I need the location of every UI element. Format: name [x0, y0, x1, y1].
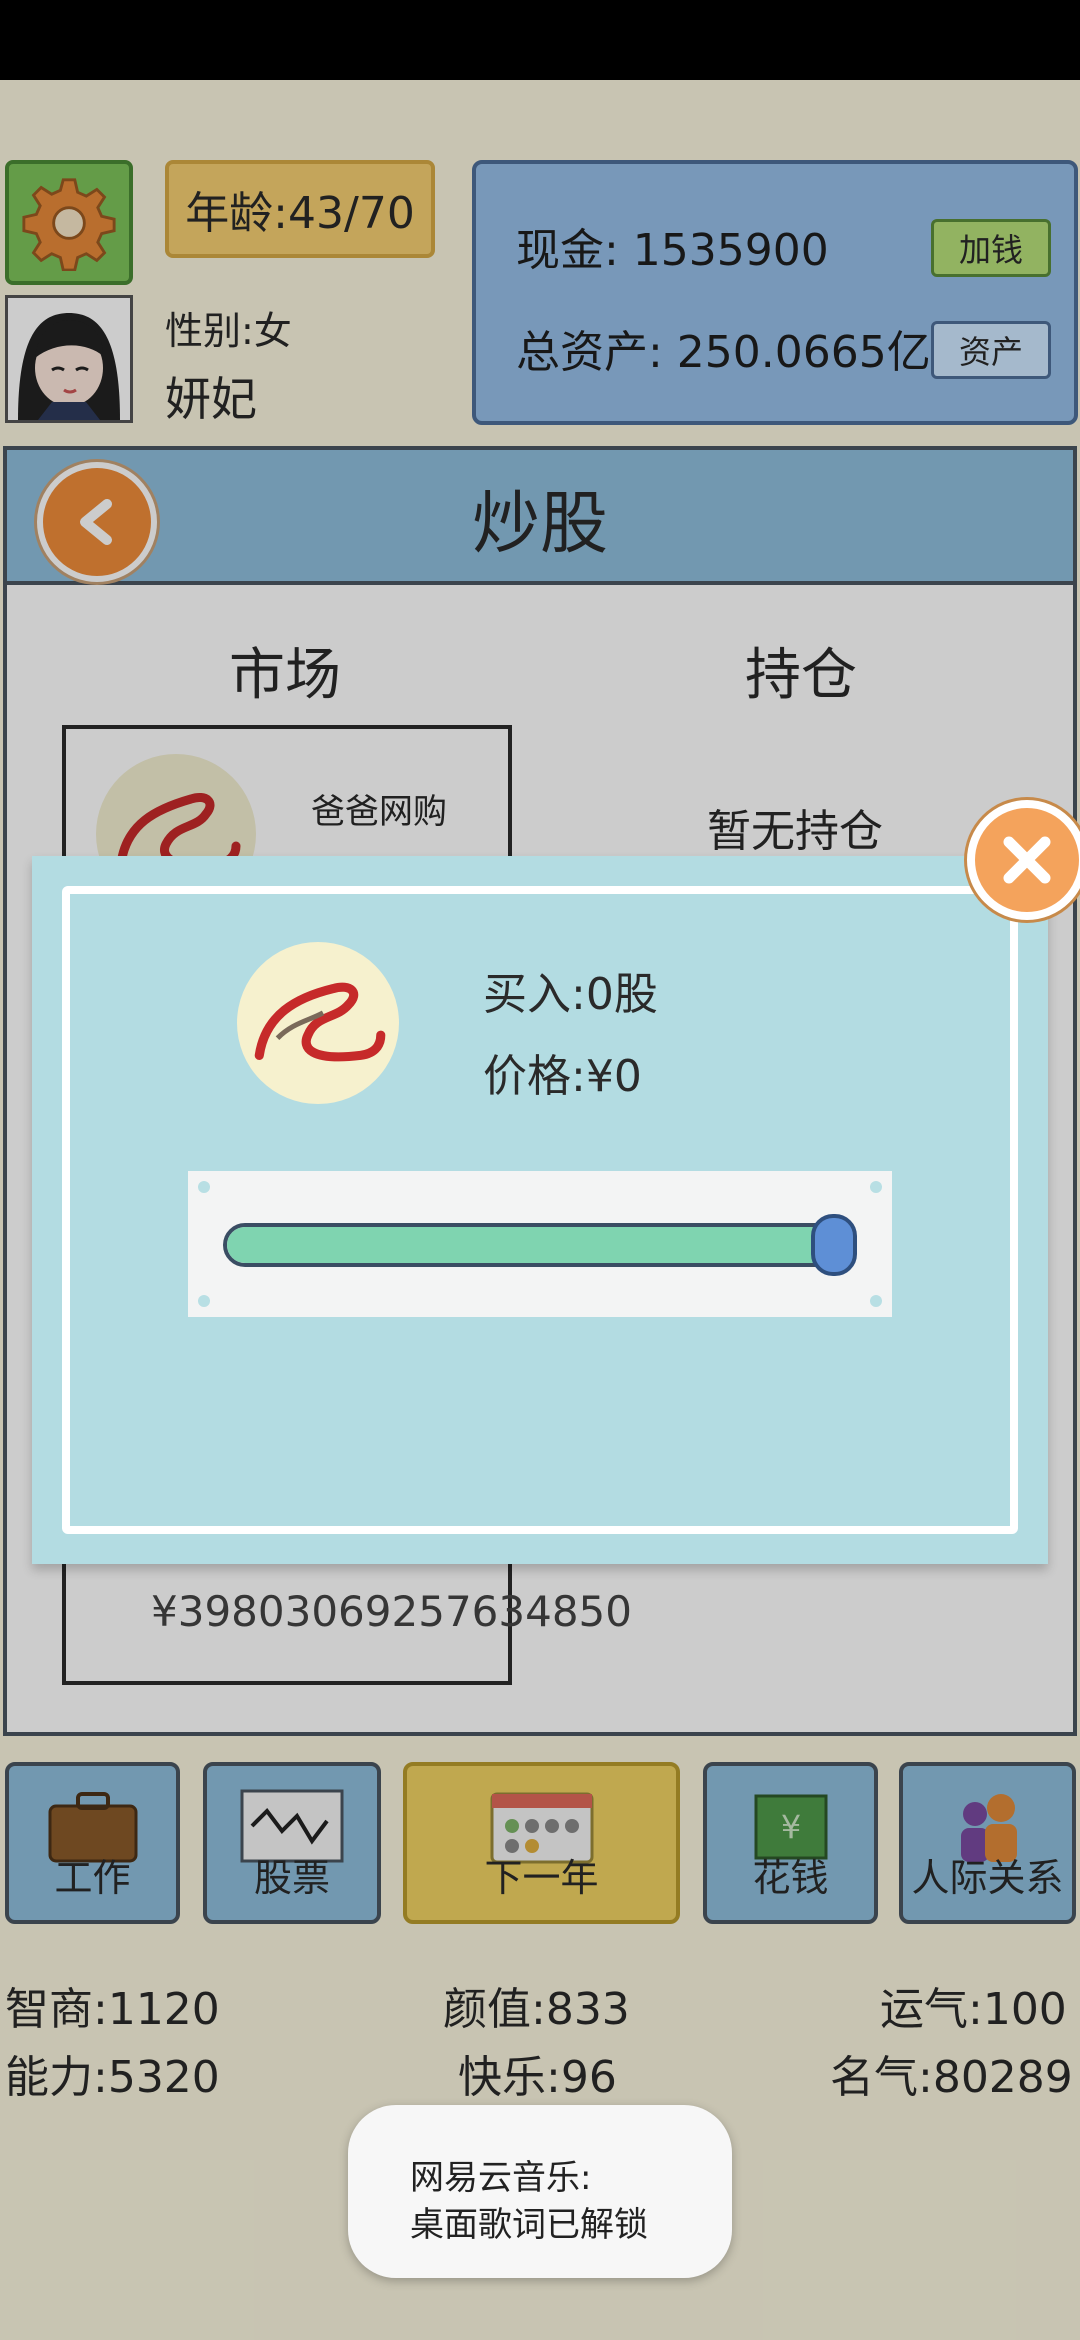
nav-stocks-label: 股票 — [253, 1856, 330, 1900]
shoe-logo-icon — [254, 982, 386, 1062]
toast-line-2: 桌面歌词已解锁 — [410, 2205, 648, 2245]
gear-icon — [22, 177, 116, 271]
stock-price: ¥39803069257634850 — [151, 1587, 632, 1636]
stock-header: 炒股 — [7, 450, 1073, 585]
panel-rivet — [198, 1295, 210, 1307]
quantity-slider-fill — [227, 1227, 831, 1263]
svg-text:¥: ¥ — [780, 1808, 800, 1846]
quantity-slider-track[interactable] — [223, 1223, 853, 1267]
nav-spend-label: 花钱 — [752, 1856, 829, 1900]
buy-quantity-label: 买入:0股 — [483, 969, 658, 1020]
girl-avatar-icon — [8, 298, 130, 420]
stock-name: 爸爸网购 — [311, 792, 447, 832]
age-display: 年龄:43/70 — [165, 160, 435, 258]
no-holdings-text: 暂无持仓 — [707, 806, 883, 857]
quantity-slider-knob[interactable] — [811, 1214, 858, 1276]
buy-price-label: 价格:¥0 — [483, 1051, 642, 1102]
avatar — [5, 295, 133, 423]
nav-stocks-button[interactable]: 股票 — [203, 1762, 381, 1924]
toast-line-1: 网易云音乐: — [410, 2158, 592, 2198]
close-button[interactable] — [967, 800, 1080, 920]
stat-ability: 能力:5320 — [5, 2052, 220, 2103]
stat-fame: 名气:80289 — [830, 2052, 1073, 2103]
page-title: 炒股 — [471, 485, 608, 564]
stat-looks: 颜值:833 — [443, 1984, 630, 2035]
stat-happiness: 快乐:96 — [458, 2052, 617, 2103]
nav-next-year-button[interactable]: 下一年 — [403, 1762, 680, 1924]
nav-work-label: 工作 — [54, 1856, 131, 1900]
character-name: 妍妃 — [165, 372, 257, 426]
toast-notification: 网易云音乐: 桌面歌词已解锁 — [348, 2105, 732, 2278]
tab-market[interactable]: 市场 — [229, 630, 341, 711]
nav-relations-label: 人际关系 — [911, 1856, 1064, 1900]
cash-label: 现金: 1535900 — [516, 225, 829, 276]
nav-next-year-label: 下一年 — [484, 1856, 599, 1900]
close-icon — [1003, 836, 1051, 884]
settings-button[interactable] — [5, 160, 133, 285]
money-panel: 现金: 1535900 加钱 总资产: 250.0665亿 资产 — [472, 160, 1078, 425]
total-assets-label: 总资产: 250.0665亿 — [516, 327, 931, 378]
add-money-button[interactable]: 加钱 — [931, 219, 1051, 277]
dialog-stock-logo — [237, 942, 399, 1104]
nav-relations-button[interactable]: 人际关系 — [899, 1762, 1076, 1924]
nav-spend-button[interactable]: ¥ 花钱 — [703, 1762, 878, 1924]
panel-rivet — [198, 1181, 210, 1193]
stat-luck: 运气:100 — [880, 1984, 1067, 2035]
status-bar — [0, 0, 1080, 80]
quantity-slider-panel — [188, 1171, 892, 1317]
panel-rivet — [870, 1181, 882, 1193]
panel-rivet — [870, 1295, 882, 1307]
gender-label: 性别:女 — [165, 309, 292, 353]
nav-work-button[interactable]: 工作 — [5, 1762, 180, 1924]
assets-button[interactable]: 资产 — [931, 321, 1051, 379]
tab-holdings[interactable]: 持仓 — [745, 630, 857, 711]
stat-iq: 智商:1120 — [5, 1984, 220, 2035]
